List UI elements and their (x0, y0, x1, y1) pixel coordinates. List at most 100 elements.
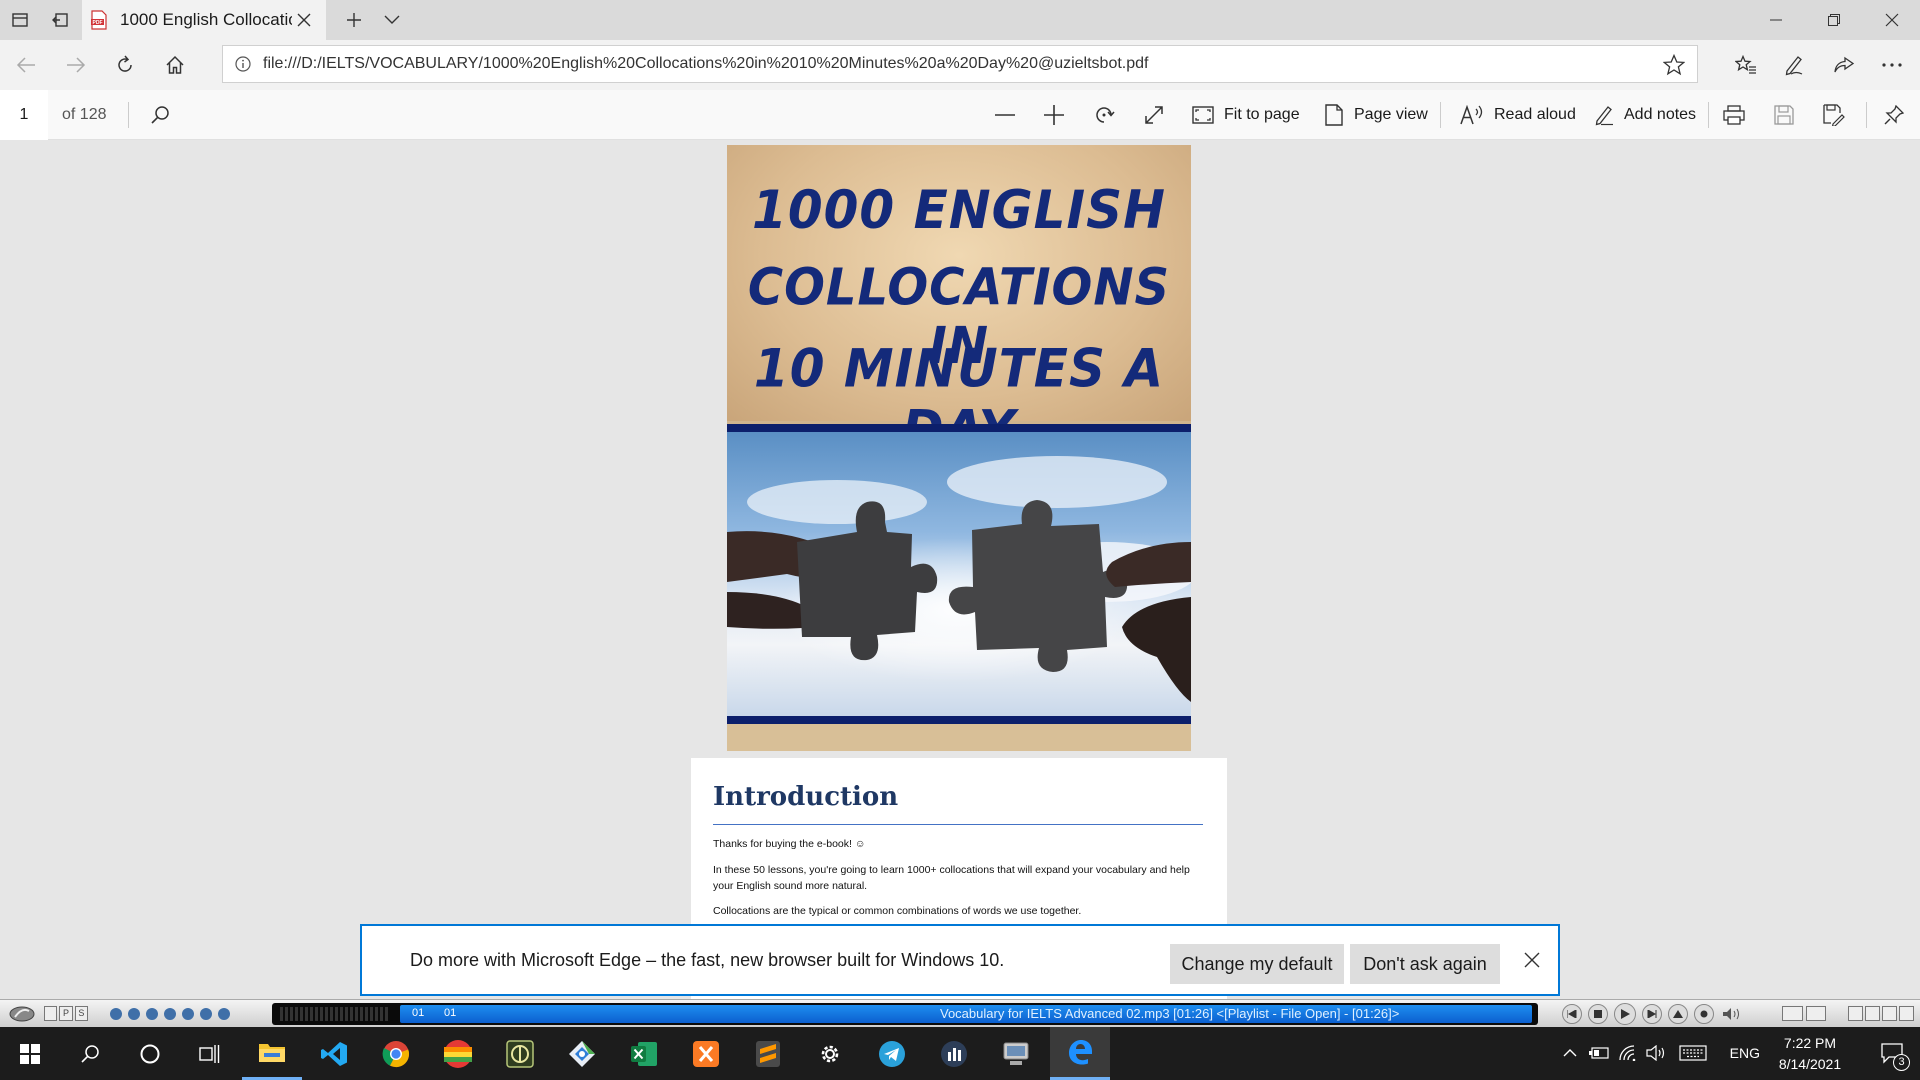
vscode-icon[interactable] (304, 1027, 364, 1080)
read-aloud-button[interactable]: Read aloud (1460, 90, 1576, 140)
address-field[interactable]: file:///D:/IELTS/VOCABULARY/1000%20Engli… (222, 45, 1698, 83)
player-close-icon[interactable] (1899, 1006, 1914, 1021)
stats-app-icon[interactable] (924, 1027, 984, 1080)
notification-message: Do more with Microsoft Edge – the fast, … (410, 950, 1005, 970)
full-screen-icon[interactable] (1134, 90, 1174, 140)
effect-icon[interactable] (146, 1007, 158, 1020)
network-tool-icon[interactable] (986, 1027, 1046, 1080)
stop-icon[interactable] (1588, 1004, 1608, 1024)
volume-icon[interactable] (1720, 1006, 1744, 1022)
tab-preview-chevron-icon[interactable] (372, 0, 412, 40)
player-maximize-icon[interactable] (1882, 1006, 1897, 1021)
rainbow-app-icon[interactable] (428, 1027, 488, 1080)
effect-icon[interactable] (128, 1007, 140, 1020)
effect-icon[interactable] (200, 1007, 212, 1020)
sublime-text-icon[interactable] (738, 1027, 798, 1080)
touch-keyboard-icon[interactable] (1676, 1041, 1710, 1065)
effect-icon[interactable] (218, 1007, 230, 1020)
pdf-file-icon: PDF (90, 10, 108, 30)
favorites-hub-icon[interactable] (1726, 45, 1766, 85)
clock-time[interactable]: 7:22 PM (1770, 1035, 1850, 1051)
title-bar: PDF 1000 English Collocation (0, 0, 1920, 40)
web-note-pen-icon[interactable] (1774, 45, 1814, 85)
player-logo-icon[interactable] (6, 1002, 38, 1026)
effect-icon[interactable] (164, 1007, 176, 1020)
settings-gear-icon[interactable] (800, 1027, 860, 1080)
close-tab-icon[interactable] (292, 8, 316, 32)
zoom-out-icon[interactable] (985, 90, 1025, 140)
cortana-icon[interactable] (120, 1027, 180, 1080)
search-icon[interactable] (60, 1027, 120, 1080)
file-explorer-icon[interactable] (242, 1027, 302, 1080)
mode-p-icon[interactable]: P (59, 1006, 73, 1021)
share-icon[interactable] (1824, 45, 1864, 85)
pin-toolbar-icon[interactable] (1874, 90, 1914, 140)
effect-icon[interactable] (182, 1007, 194, 1020)
mode-a-icon[interactable] (44, 1006, 58, 1021)
action-center-icon[interactable]: 3 (1874, 1035, 1910, 1071)
forward-arrow-icon[interactable] (56, 45, 96, 85)
start-button[interactable] (0, 1027, 60, 1080)
volume-icon[interactable] (1644, 1041, 1668, 1065)
new-tab-button[interactable] (334, 0, 374, 40)
git-client-icon[interactable] (552, 1027, 612, 1080)
change-default-button[interactable]: Change my default (1170, 944, 1344, 984)
site-info-icon[interactable] (235, 56, 251, 72)
wifi-icon[interactable] (1616, 1041, 1640, 1065)
edge-browser-icon[interactable] (1050, 1027, 1110, 1080)
battery-icon[interactable] (1586, 1041, 1612, 1065)
excel-icon[interactable] (614, 1027, 674, 1080)
player-mode-buttons[interactable]: P S (44, 1006, 88, 1021)
refresh-icon[interactable] (105, 45, 145, 85)
search-icon[interactable] (140, 90, 180, 140)
player-minimize-icon[interactable] (1848, 1006, 1863, 1021)
player-transport-controls[interactable] (1562, 1003, 1762, 1025)
telegram-icon[interactable] (862, 1027, 922, 1080)
add-notes-button[interactable]: Add notes (1594, 90, 1696, 140)
print-icon[interactable] (1714, 90, 1754, 140)
save-as-icon[interactable] (1814, 90, 1854, 140)
effect-icon[interactable] (110, 1007, 122, 1020)
record-icon[interactable] (1694, 1004, 1714, 1024)
player-window-buttons[interactable] (1848, 1006, 1914, 1021)
fit-to-page-button[interactable]: Fit to page (1192, 90, 1300, 140)
mini-control-icon[interactable] (1782, 1006, 1803, 1021)
active-tab[interactable]: PDF 1000 English Collocation (82, 0, 326, 40)
show-hidden-icons-chevron[interactable] (1558, 1041, 1582, 1065)
previous-track-icon[interactable] (1562, 1004, 1582, 1024)
home-icon[interactable] (155, 45, 195, 85)
pdf-viewer[interactable]: 1000 ENGLISH COLLOCATIONS IN 10 MINUTES … (0, 141, 1920, 1018)
rotate-icon[interactable] (1084, 90, 1124, 140)
next-track-icon[interactable] (1642, 1004, 1662, 1024)
playlist-icon[interactable] (1805, 1006, 1826, 1021)
play-icon[interactable] (1614, 1003, 1636, 1025)
task-view-icon[interactable] (180, 1027, 240, 1080)
page-number-input[interactable]: 1 (0, 90, 48, 140)
page-view-button[interactable]: Page view (1324, 90, 1428, 140)
player-view-buttons[interactable] (1782, 1006, 1826, 1021)
save-icon[interactable] (1764, 90, 1804, 140)
close-window-button[interactable] (1864, 0, 1920, 40)
page-count: of 128 (62, 106, 107, 123)
xampp-icon[interactable] (676, 1027, 736, 1080)
dont-ask-again-button[interactable]: Don't ask again (1350, 944, 1500, 984)
player-effects-icons[interactable] (110, 1006, 260, 1021)
zoom-in-icon[interactable] (1034, 90, 1074, 140)
open-file-icon[interactable] (1668, 1004, 1688, 1024)
restore-button[interactable] (1806, 0, 1862, 40)
cad-app-icon[interactable] (490, 1027, 550, 1080)
fit-to-page-icon (1192, 106, 1214, 124)
set-tabs-aside-icon[interactable] (40, 0, 80, 40)
tab-list-icon[interactable] (0, 0, 40, 40)
player-display[interactable]: 01 01 Vocabulary for IELTS Advanced 02.m… (272, 1003, 1538, 1025)
close-notification-icon[interactable] (1514, 942, 1550, 978)
clock-date[interactable]: 8/14/2021 (1770, 1056, 1850, 1072)
mode-s-icon[interactable]: S (74, 1006, 88, 1021)
back-arrow-icon[interactable] (6, 45, 46, 85)
input-language[interactable]: ENG (1730, 1027, 1760, 1080)
favorite-star-icon[interactable] (1663, 54, 1685, 76)
chrome-icon[interactable] (366, 1027, 426, 1080)
minimize-button[interactable] (1748, 0, 1804, 40)
more-options-icon[interactable] (1872, 45, 1912, 85)
player-shade-icon[interactable] (1865, 1006, 1880, 1021)
